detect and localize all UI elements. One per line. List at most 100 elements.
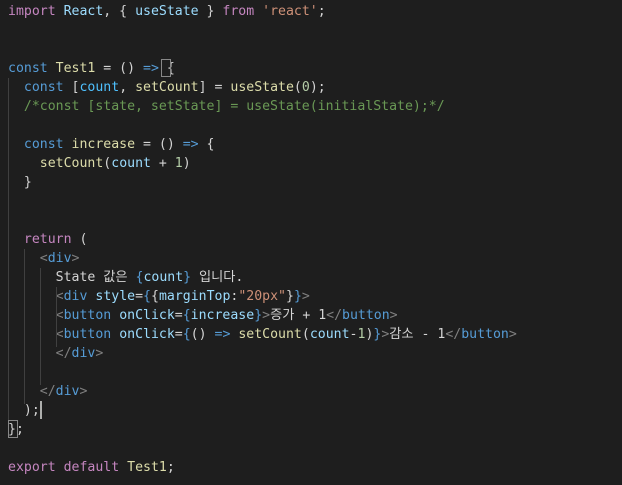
code-token: {	[182, 308, 191, 323]
code-token: >	[79, 384, 88, 399]
code-line[interactable]	[0, 363, 622, 382]
code-line[interactable]: State 값은 {count} 입니다.	[0, 268, 622, 287]
code-token: >	[301, 289, 310, 304]
code-token: }	[23, 175, 32, 190]
code-line[interactable]	[0, 192, 622, 211]
code-token: ()	[190, 327, 215, 342]
code-editor[interactable]: import React, { useState } from 'react';…	[0, 0, 622, 485]
code-token: ;	[166, 460, 175, 475]
code-token: button	[461, 327, 509, 342]
code-token: (	[301, 327, 310, 342]
code-token: >	[71, 251, 80, 266]
code-token: <	[55, 327, 64, 342]
code-token: </	[55, 346, 72, 361]
code-line[interactable]: };	[0, 420, 622, 439]
code-token: div	[63, 289, 88, 304]
code-token: setCount	[238, 327, 302, 342]
code-line[interactable]	[0, 40, 622, 59]
code-line[interactable]: );	[0, 401, 622, 420]
code-token: {	[166, 61, 175, 76]
code-token: marginTop	[158, 289, 231, 304]
code-token: ] =	[198, 80, 231, 95]
code-token: export	[8, 460, 56, 475]
code-token: {	[182, 327, 191, 342]
code-token: )	[182, 156, 191, 171]
code-token: }	[293, 289, 302, 304]
code-line[interactable]: </div>	[0, 382, 622, 401]
code-line[interactable]	[0, 439, 622, 458]
code-token: setCount	[135, 80, 199, 95]
code-token: =>	[182, 137, 199, 152]
code-line[interactable]: const [count, setCount] = useState(0);	[0, 78, 622, 97]
code-line[interactable]	[0, 116, 622, 135]
code-line[interactable]: const increase = () => {	[0, 135, 622, 154]
code-line[interactable]: }	[0, 173, 622, 192]
code-token: {	[150, 289, 159, 304]
code-token: }	[286, 289, 294, 304]
code-line[interactable]: import React, { useState } from 'react';	[0, 2, 622, 21]
code-token: =	[174, 327, 183, 342]
code-token: increase	[71, 137, 136, 152]
code-token: <	[55, 308, 64, 323]
code-token: default	[63, 460, 120, 475]
code-line[interactable]: /*const [state, setState] = useState(ini…	[0, 97, 622, 116]
code-line[interactable]: </div>	[0, 344, 622, 363]
code-token: >	[389, 308, 398, 323]
code-token: >	[508, 327, 517, 342]
code-token: count	[79, 80, 120, 95]
code-token: onClick	[119, 327, 175, 342]
code-token: 0	[301, 80, 310, 95]
code-token: setCount	[39, 156, 104, 171]
code-token: (	[293, 80, 302, 95]
code-token: 입니다.	[191, 270, 244, 285]
code-token: </	[39, 384, 56, 399]
code-line[interactable]: return (	[0, 230, 622, 249]
code-token: }	[198, 4, 223, 19]
code-token: = ()	[95, 61, 143, 76]
code-token: "20px"	[238, 289, 286, 304]
code-line[interactable]: <div>	[0, 249, 622, 268]
code-line[interactable]: setCount(count + 1)	[0, 154, 622, 173]
code-line[interactable]: <button onClick={() => setCount(count-1)…	[0, 325, 622, 344]
code-token: React	[63, 4, 104, 19]
code-token: useState	[135, 4, 199, 19]
code-line[interactable]: export default Test1;	[0, 458, 622, 477]
code-token: button	[63, 308, 112, 323]
code-token: increase	[190, 308, 255, 323]
code-token: useState	[230, 80, 294, 95]
code-token: div	[55, 384, 80, 399]
code-line[interactable]: <div style={{marginTop:"20px"}}>	[0, 287, 622, 306]
code-token: style	[95, 289, 136, 304]
code-token: {	[143, 289, 151, 304]
code-token: ,	[119, 80, 136, 95]
code-token: import	[8, 4, 56, 19]
code-token: </	[445, 327, 462, 342]
code-token: count	[309, 327, 350, 342]
code-token: div	[71, 346, 96, 361]
code-line[interactable]	[0, 211, 622, 230]
code-token: div	[47, 251, 72, 266]
code-token: </	[326, 308, 343, 323]
code-line[interactable]: <button onClick={increase}>증가 + 1</butto…	[0, 306, 622, 325]
code-token: from	[222, 4, 255, 19]
code-lines: import React, { useState } from 'react';…	[0, 2, 622, 477]
code-token: <	[55, 289, 64, 304]
code-line[interactable]: const Test1 = () => {	[0, 59, 622, 78]
code-token: = ()	[135, 137, 183, 152]
code-line[interactable]	[0, 21, 622, 40]
code-token: 'react'	[262, 4, 318, 19]
code-token: 증가 + 1	[270, 308, 327, 323]
